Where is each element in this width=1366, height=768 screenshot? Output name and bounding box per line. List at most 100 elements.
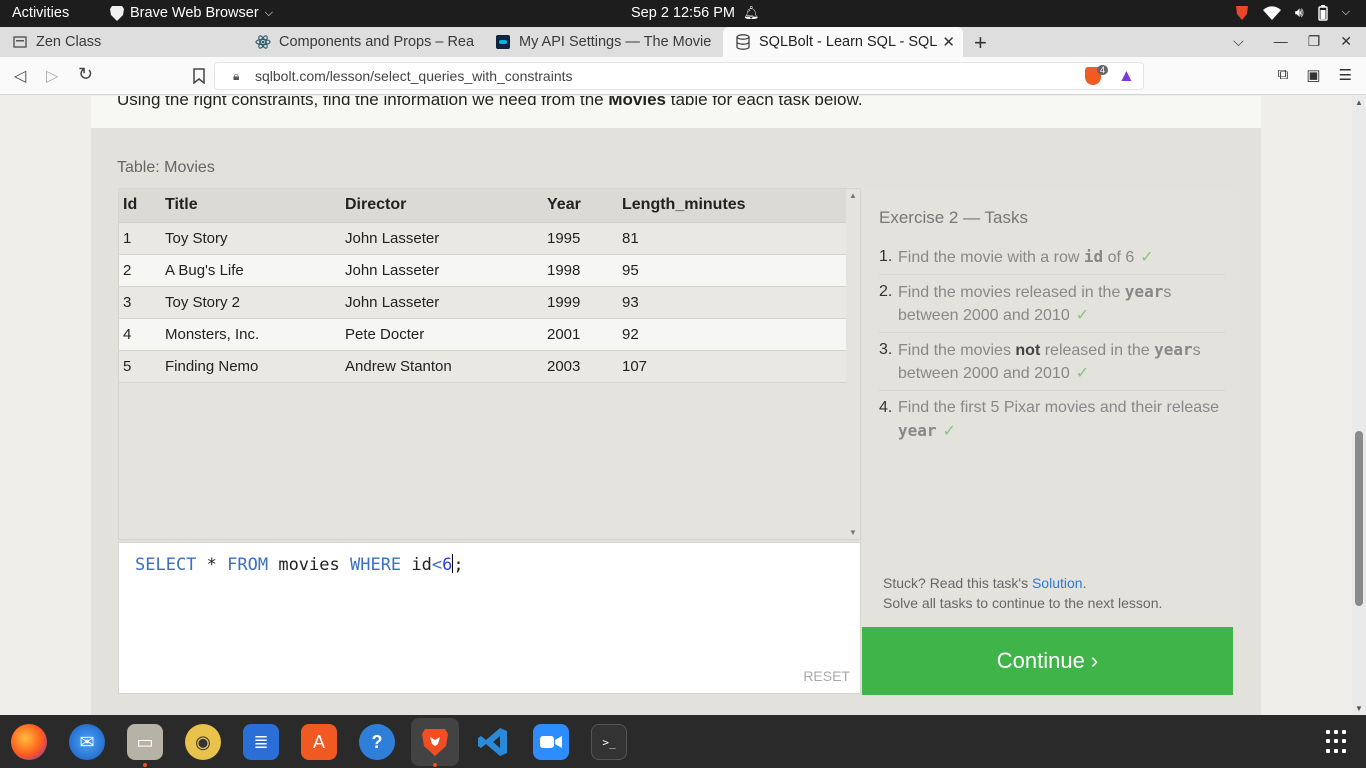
stuck-text: Stuck? Read this task's (883, 575, 1032, 591)
system-tray[interactable]: 🔊︎ ⌵ (1235, 4, 1350, 21)
reset-button[interactable]: RESET (803, 668, 850, 684)
clock[interactable]: Sep 2 12:56 PM 🔔︎ (631, 5, 760, 21)
brave-rewards-icon[interactable]: ▲ (1118, 66, 1135, 86)
continue-button[interactable]: Continue › (862, 627, 1233, 695)
power-menu-icon: ⌵ (1341, 6, 1350, 18)
ubuntu-software-icon[interactable]: A (301, 724, 337, 760)
task-code: year (1124, 282, 1164, 301)
show-applications-icon[interactable] (1326, 730, 1350, 754)
table-cell: 2001 (543, 318, 618, 351)
reload-icon[interactable]: ↻ (78, 64, 93, 85)
brave-dock-icon[interactable] (411, 718, 459, 766)
firefox-icon[interactable] (11, 724, 47, 760)
column-header: Title (161, 189, 341, 223)
tab-zen-class[interactable]: Zen Class (0, 27, 243, 57)
page-scrollbar[interactable]: ▲ ▼ (1352, 96, 1366, 715)
scroll-up-icon[interactable]: ▲ (1355, 98, 1363, 107)
database-icon (735, 34, 751, 50)
column-header: Length_minutes (618, 189, 846, 223)
wifi-icon (1262, 5, 1281, 20)
results-table-container[interactable]: Id Title Director Year Length_minutes 1 … (118, 188, 861, 540)
back-icon[interactable]: ◁ (14, 66, 26, 86)
zoom-icon[interactable] (533, 724, 569, 760)
clock-label: Sep 2 12:56 PM (631, 5, 735, 21)
table-scrollbar[interactable]: ▲ ▼ (846, 189, 860, 539)
sql-text: movies (268, 555, 350, 575)
sql-query[interactable]: SELECT * FROM movies WHERE id<6; (135, 554, 464, 575)
table-cell: 1999 (543, 286, 618, 319)
table-cell: John Lasseter (341, 254, 543, 287)
sql-keyword: FROM (227, 555, 269, 575)
terminal-icon[interactable]: >_ (591, 724, 627, 760)
scroll-down-icon[interactable]: ▼ (1355, 704, 1363, 713)
scrollbar-thumb[interactable] (1355, 431, 1363, 606)
sql-editor[interactable]: SELECT * FROM movies WHERE id<6; RESET (118, 542, 861, 694)
url-field[interactable]: 🔒︎ sqlbolt.com/lesson/select_queries_wit… (214, 62, 1144, 90)
tab-strip: Zen Class Components and Props – Rea My … (0, 27, 1366, 57)
movies-table: Id Title Director Year Length_minutes 1 … (119, 189, 846, 383)
intro-text-bold: Movies (608, 96, 667, 109)
close-window-icon[interactable]: ✕ (1340, 33, 1352, 50)
sql-number: 6 (442, 555, 453, 575)
thunderbird-icon[interactable]: ✉ (69, 724, 105, 760)
wallet-icon[interactable]: ▣ (1306, 66, 1320, 84)
task-bold: not (1015, 342, 1041, 359)
scroll-up-icon[interactable]: ▲ (849, 191, 857, 200)
minimize-icon[interactable]: — (1274, 33, 1288, 50)
task-item: 1. Find the movie with a row id of 6 ✓ (879, 240, 1225, 275)
tab-my-api-settings[interactable]: My API Settings — The Movie (483, 27, 721, 57)
app-menu-label: Brave Web Browser (130, 5, 259, 21)
task-number: 2. (879, 283, 893, 300)
vscode-icon[interactable] (475, 724, 511, 760)
url-text: sqlbolt.com/lesson/select_queries_with_c… (255, 68, 573, 84)
checkmark-icon: ✓ (942, 423, 956, 440)
forward-icon[interactable]: ▷ (46, 66, 58, 86)
task-item: 4. Find the first 5 Pixar movies and the… (879, 391, 1225, 448)
help-icon[interactable]: ? (359, 724, 395, 760)
lock-icon: 🔒︎ (233, 69, 240, 83)
table-cell: Toy Story (161, 222, 341, 255)
extensions-icon[interactable]: ⧉ (1278, 66, 1289, 84)
task-text: of 6 (1103, 249, 1135, 266)
table-cell: 81 (618, 222, 846, 255)
table-cell: Monsters, Inc. (161, 318, 341, 351)
task-text: released in the (1040, 342, 1155, 359)
libreoffice-writer-icon[interactable]: ≣ (243, 724, 279, 760)
table-cell: Andrew Stanton (341, 350, 543, 383)
tab-components-and-props[interactable]: Components and Props – Rea (243, 27, 483, 57)
files-icon[interactable]: ▭ (127, 724, 163, 760)
activities-button[interactable]: Activities (12, 5, 69, 21)
table-cell: 2003 (543, 350, 618, 383)
sql-text: ; (453, 555, 464, 575)
lesson-intro: Using the right constraints, find the in… (117, 96, 863, 110)
table-row: 2 A Bug's Life John Lasseter 1998 95 (119, 254, 846, 287)
scroll-down-icon[interactable]: ▼ (849, 528, 857, 537)
intro-text-post: table for each task below. (666, 96, 863, 109)
menu-icon[interactable]: ☰ (1339, 66, 1352, 84)
tab-sqlbolt[interactable]: SQLBolt - Learn SQL - SQL ✕ (723, 27, 963, 57)
task-text: Find the movies (898, 342, 1016, 359)
toolbar-right: ⧉ ▣ ☰ (1278, 66, 1352, 84)
tab-title: Components and Props – Rea (279, 34, 475, 50)
intro-text-pre: Using the right constraints, find the in… (117, 96, 609, 109)
table-row: 1 Toy Story John Lasseter 1995 81 (119, 222, 846, 255)
tab-title: SQLBolt - Learn SQL - SQL (759, 34, 938, 50)
restore-icon[interactable]: ❐ (1308, 33, 1321, 50)
running-indicator (143, 763, 147, 767)
table-row: 4 Monsters, Inc. Pete Docter 2001 92 (119, 318, 846, 351)
column-header: Year (543, 189, 618, 223)
bookmark-icon[interactable] (193, 68, 205, 84)
tab-search-icon[interactable]: ⌵ (1233, 33, 1244, 50)
task-item: 2. Find the movies released in the years… (879, 275, 1225, 333)
close-tab-icon[interactable]: ✕ (942, 33, 955, 51)
task-text: Find the first 5 Pixar movies and their … (898, 399, 1220, 416)
help-text: Stuck? Read this task's Solution. Solve … (883, 573, 1162, 613)
new-tab-button[interactable]: + (974, 30, 987, 56)
table-cell: Finding Nemo (161, 350, 341, 383)
table-cell: 4 (119, 318, 161, 351)
solution-link[interactable]: Solution (1032, 575, 1083, 591)
stuck-text-end: . (1082, 575, 1087, 591)
app-menu[interactable]: Brave Web Browser ⌵ (110, 5, 273, 21)
rhythmbox-icon[interactable]: ◉ (185, 724, 221, 760)
table-cell: 5 (119, 350, 161, 383)
